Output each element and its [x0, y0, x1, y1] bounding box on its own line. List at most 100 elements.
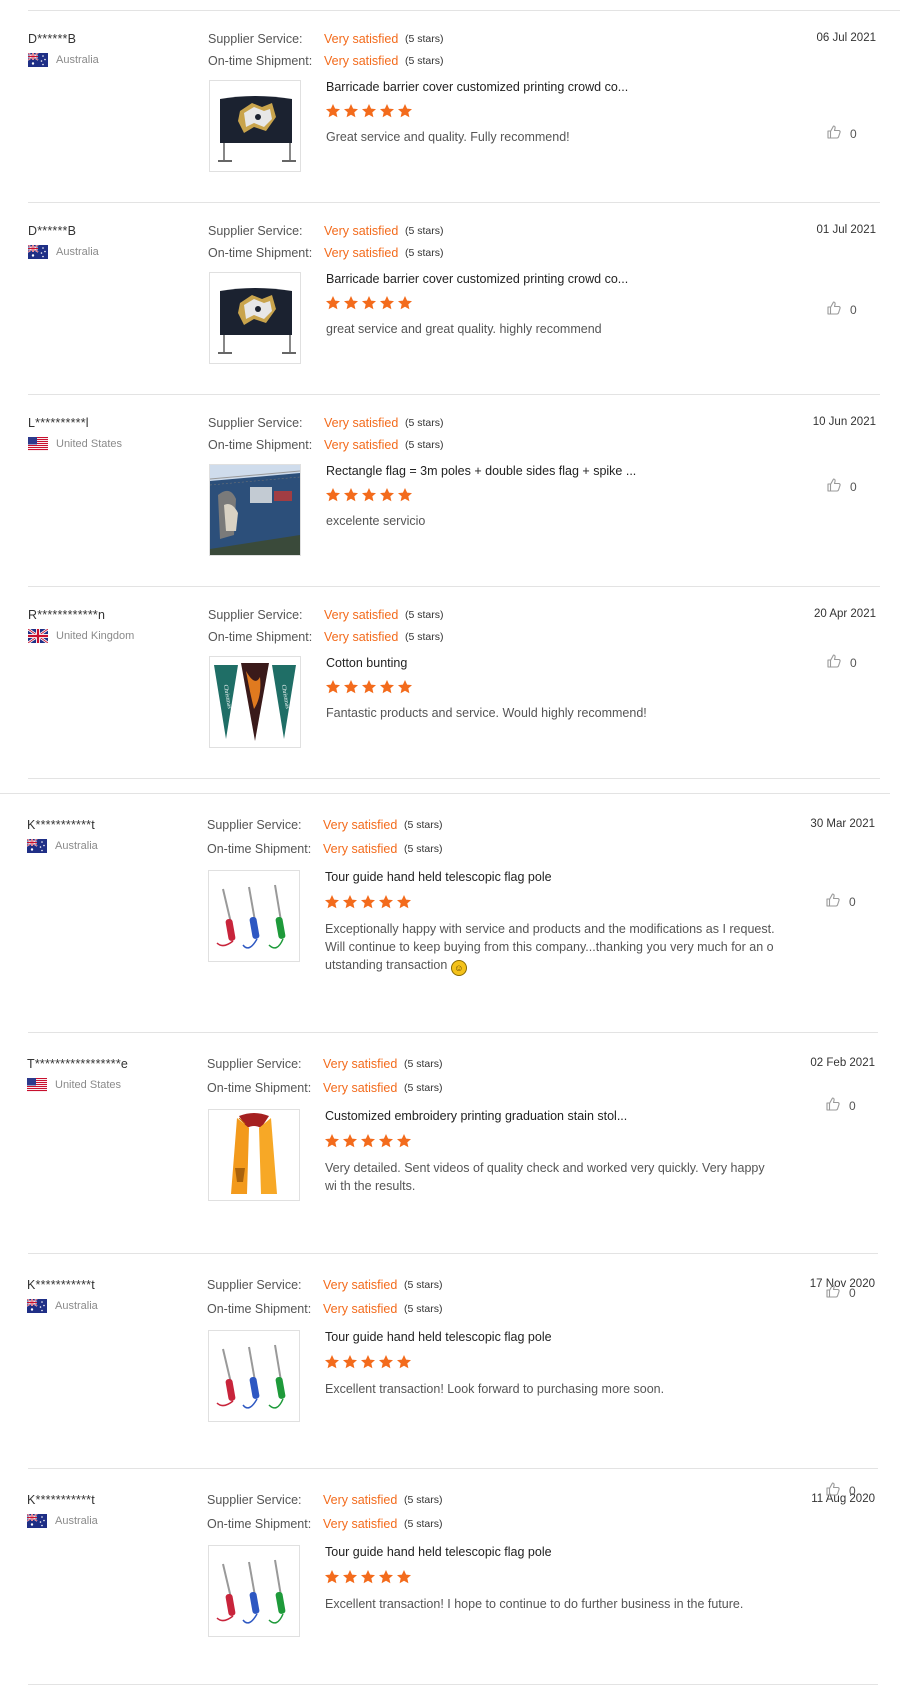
review-date: 01 Jul 2021 [816, 224, 876, 236]
star-icon [361, 103, 377, 119]
star-icon [397, 487, 413, 503]
star-icon [360, 1133, 376, 1149]
star-icon [378, 894, 394, 910]
star-icon [397, 679, 413, 695]
star-icon [397, 295, 413, 311]
product-thumbnail[interactable] [208, 1545, 300, 1637]
supplier-rating-stars: (5 stars) [404, 1058, 443, 1070]
product-name-link[interactable]: Cotton bunting [326, 656, 407, 670]
like-count: 0 [850, 302, 857, 317]
shipment-rating-label: On-time Shipment: [207, 1081, 312, 1095]
star-rating [324, 1569, 412, 1585]
star-icon [324, 894, 340, 910]
thumbs-up-icon[interactable] [825, 1283, 849, 1302]
supplier-rating-value: Very satisfied [323, 1278, 398, 1292]
supplier-rating-value: Very satisfied [323, 1057, 398, 1071]
shipment-rating-stars: (5 stars) [404, 843, 443, 855]
supplier-rating-label: Supplier Service: [207, 818, 302, 832]
star-icon [325, 295, 341, 311]
reviewer-country: Australia [28, 245, 99, 259]
review-date: 30 Mar 2021 [810, 818, 875, 830]
star-rating [325, 295, 413, 311]
like-button[interactable]: 0 [825, 1096, 856, 1115]
like-button[interactable]: 0 [826, 124, 857, 143]
star-rating [324, 1133, 412, 1149]
thumbs-up-icon[interactable] [826, 653, 850, 672]
product-name-link[interactable]: Barricade barrier cover customized print… [326, 80, 628, 94]
star-icon [378, 1569, 394, 1585]
supplier-rating-value: Very satisfied [324, 416, 399, 430]
review-date: 10 Jun 2021 [812, 416, 876, 428]
reviewer-name: D******B [28, 224, 77, 238]
review-date: 02 Feb 2021 [810, 1057, 875, 1069]
review-comment: Excellent transaction! I hope to continu… [325, 1595, 775, 1613]
thumbs-up-icon[interactable] [825, 892, 849, 911]
product-thumbnail[interactable] [208, 1330, 300, 1422]
divider [0, 793, 890, 794]
star-icon [396, 1133, 412, 1149]
thumbs-up-icon[interactable] [825, 1481, 849, 1500]
star-icon [360, 894, 376, 910]
reviewer-name: L**********l [28, 416, 89, 430]
shipment-rating-stars: (5 stars) [405, 631, 444, 643]
reviewer-name: D******B [28, 32, 77, 46]
supplier-rating-label: Supplier Service: [208, 416, 303, 430]
review-comment-text: Fantastic products and service. Would hi… [326, 706, 647, 720]
like-button[interactable]: 0 [825, 892, 856, 911]
shipment-rating-label: On-time Shipment: [208, 246, 313, 260]
product-thumbnail[interactable] [208, 870, 300, 962]
supplier-rating-label: Supplier Service: [207, 1278, 302, 1292]
review-date: 06 Jul 2021 [816, 32, 876, 44]
shipment-rating-label: On-time Shipment: [207, 1302, 312, 1316]
product-thumbnail[interactable] [209, 80, 301, 172]
flag-au-icon [27, 839, 47, 853]
star-icon [379, 487, 395, 503]
review-comment-text: Great service and quality. Fully recomme… [326, 130, 570, 144]
flag-us-icon [27, 1078, 47, 1092]
thumbs-up-icon[interactable] [826, 300, 850, 319]
thumbs-up-icon[interactable] [825, 1096, 849, 1115]
product-name-link[interactable]: Tour guide hand held telescopic flag pol… [325, 870, 552, 884]
product-thumbnail[interactable] [208, 1109, 300, 1201]
product-name-link[interactable]: Tour guide hand held telescopic flag pol… [325, 1545, 552, 1559]
star-rating [325, 679, 413, 695]
star-icon [343, 679, 359, 695]
like-count: 0 [849, 1285, 856, 1300]
country-name: Australia [55, 1515, 98, 1527]
like-button[interactable]: 0 [826, 653, 857, 672]
product-name-link[interactable]: Barricade barrier cover customized print… [326, 272, 628, 286]
star-icon [342, 1569, 358, 1585]
country-name: United States [55, 1079, 122, 1091]
thumbs-up-icon[interactable] [826, 124, 850, 143]
like-button[interactable]: 0 [826, 477, 857, 496]
like-button[interactable]: 0 [825, 1283, 856, 1302]
shipment-rating-value: Very satisfied [324, 54, 399, 68]
reviewer-name: K***********t [27, 1278, 95, 1292]
product-name-link[interactable]: Tour guide hand held telescopic flag pol… [325, 1330, 552, 1344]
review-comment-text: Excellent transaction! Look forward to p… [325, 1382, 665, 1396]
country-name: Australia [55, 1300, 98, 1312]
star-icon [360, 1354, 376, 1370]
shipment-rating-label: On-time Shipment: [208, 54, 313, 68]
product-thumbnail[interactable]: Christmas Christmas [209, 656, 301, 748]
thumbs-up-icon[interactable] [826, 477, 850, 496]
flag-us-icon [28, 437, 48, 451]
flag-au-icon [27, 1514, 47, 1528]
supplier-rating-label: Supplier Service: [207, 1493, 302, 1507]
product-name-link[interactable]: Customized embroidery printing graduatio… [325, 1109, 627, 1123]
star-icon [379, 103, 395, 119]
product-thumbnail[interactable] [209, 272, 301, 364]
star-icon [324, 1569, 340, 1585]
supplier-rating-stars: (5 stars) [404, 1494, 443, 1506]
like-button[interactable]: 0 [825, 1481, 856, 1500]
product-name-link[interactable]: Rectangle flag = 3m poles + double sides… [326, 464, 636, 478]
reviewer-country: Australia [27, 839, 98, 853]
like-button[interactable]: 0 [826, 300, 857, 319]
star-icon [325, 103, 341, 119]
product-thumbnail[interactable] [209, 464, 301, 556]
like-count: 0 [849, 1483, 856, 1498]
star-icon [361, 679, 377, 695]
review-comment: Fantastic products and service. Would hi… [326, 704, 776, 722]
star-icon [343, 487, 359, 503]
shipment-rating-value: Very satisfied [324, 246, 399, 260]
